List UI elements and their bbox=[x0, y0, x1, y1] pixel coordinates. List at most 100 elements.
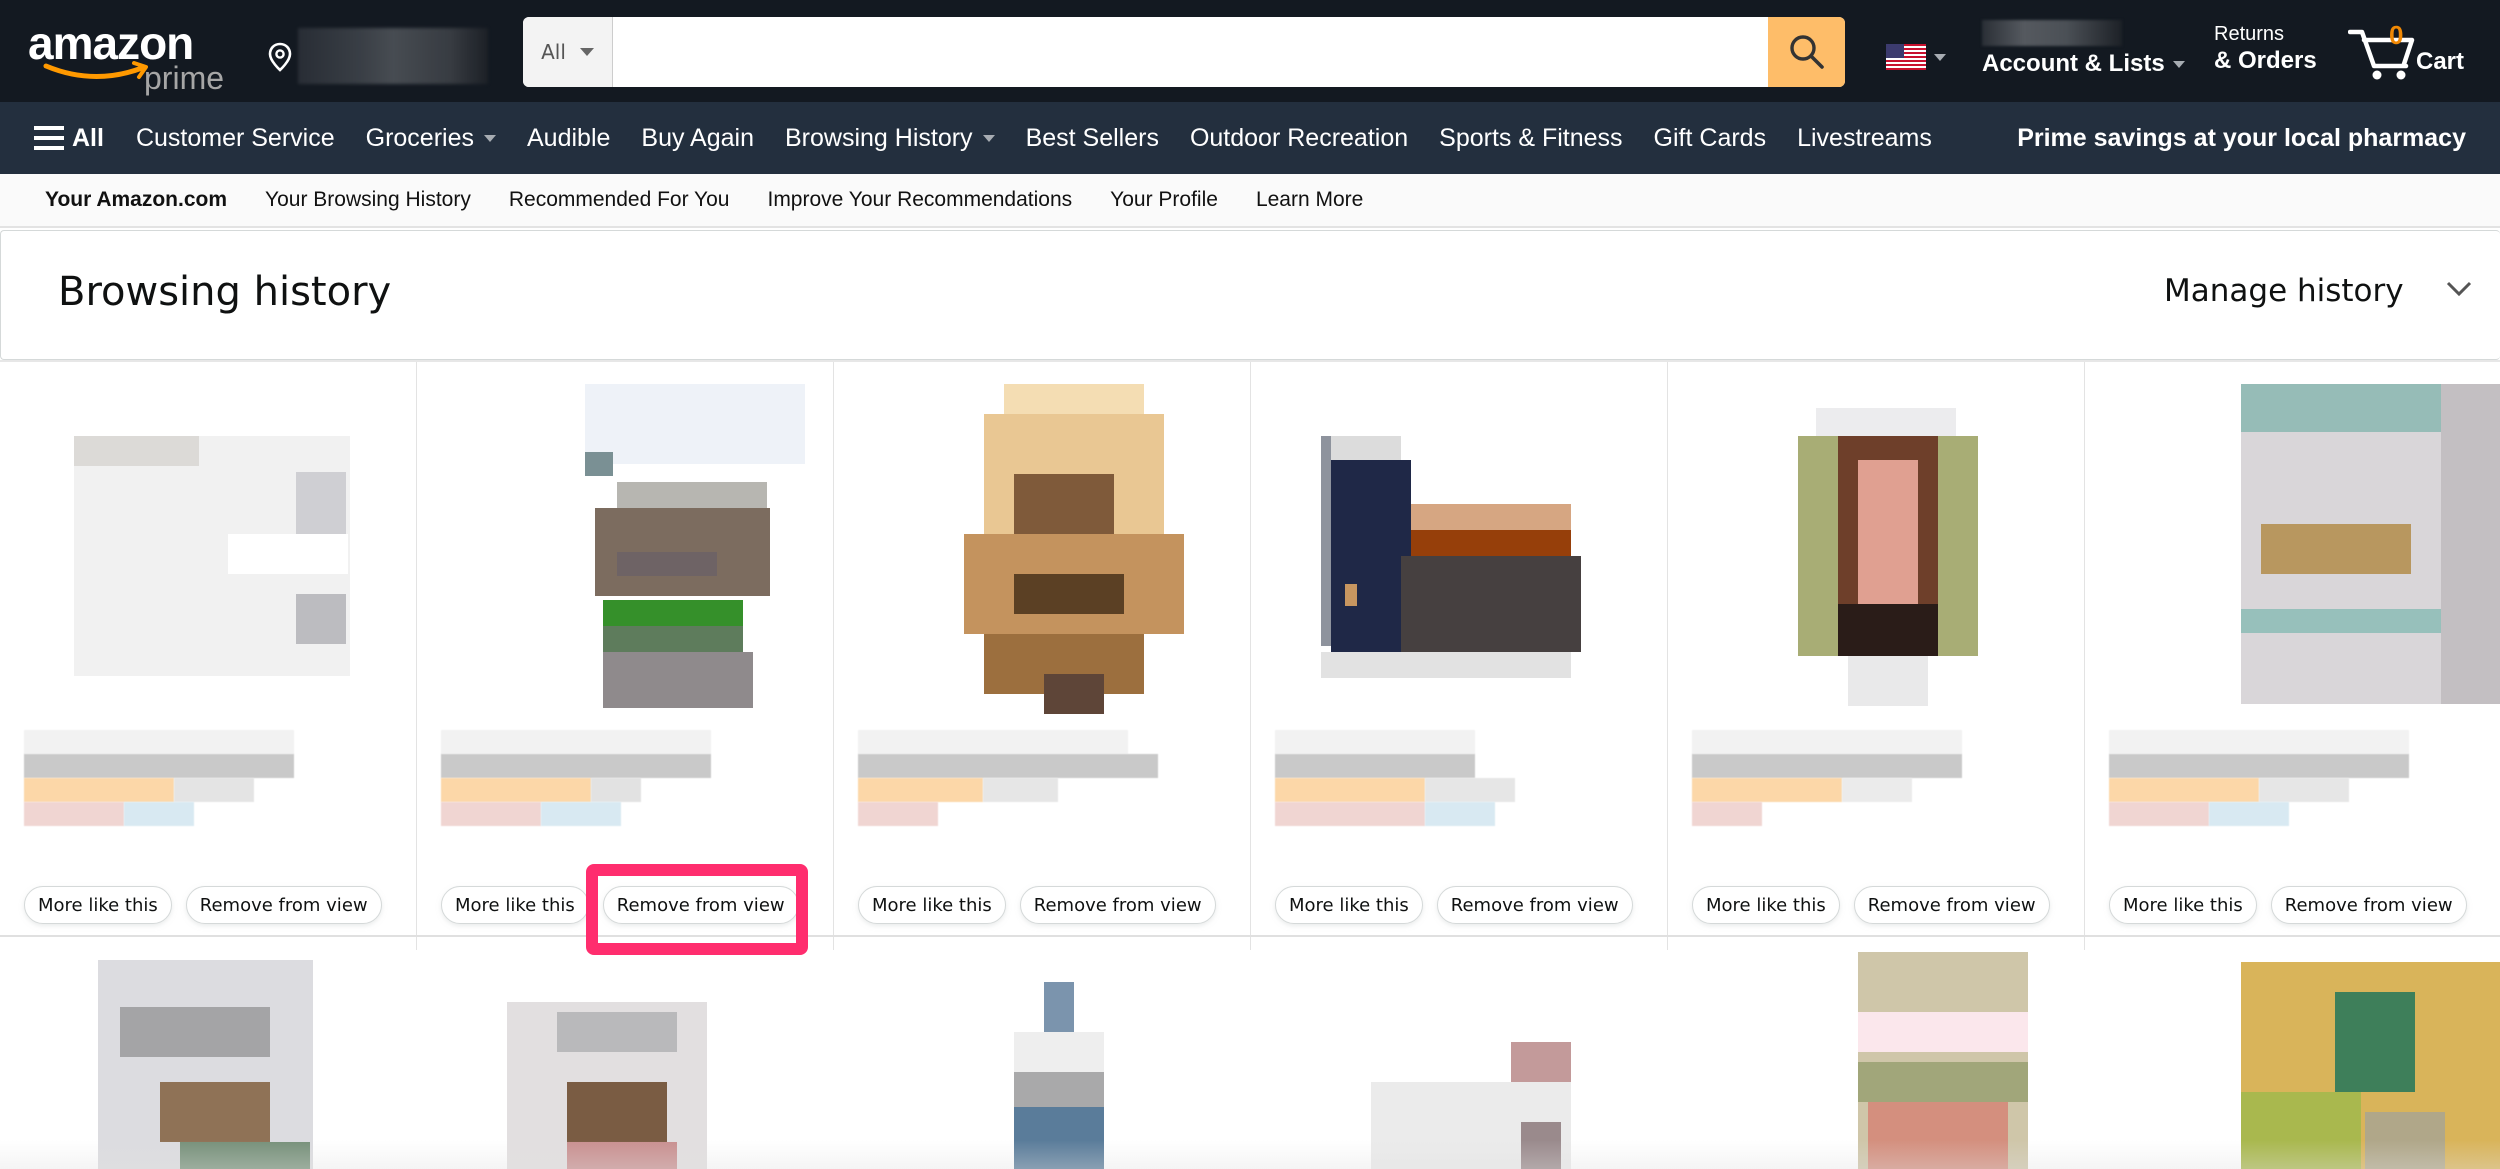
tile-actions: More like this Remove from view bbox=[441, 886, 799, 924]
subnav-recommended-for-you[interactable]: Recommended For You bbox=[509, 188, 730, 212]
image-block bbox=[567, 1082, 667, 1142]
more-like-this-button[interactable]: More like this bbox=[1275, 886, 1423, 924]
location-pin-icon bbox=[268, 42, 292, 72]
your-amazon-subnav: Your Amazon.com Your Browsing History Re… bbox=[0, 174, 2500, 228]
chevron-down-icon bbox=[484, 134, 496, 142]
search-icon bbox=[1789, 35, 1824, 69]
search-button[interactable] bbox=[1768, 17, 1845, 87]
remove-from-view-button[interactable]: Remove from view bbox=[1019, 886, 1216, 924]
product-tile: More like this Remove from view bbox=[1251, 362, 1668, 935]
product-tile: More like this Remove from view bbox=[0, 362, 417, 935]
more-like-this-button[interactable]: More like this bbox=[1692, 886, 1840, 924]
amazon-prime-logo[interactable]: amazon prime bbox=[28, 20, 238, 94]
nav-outdoor-recreation[interactable]: Outdoor Recreation bbox=[1190, 124, 1408, 153]
remove-from-view-button[interactable]: Remove from view bbox=[1436, 886, 1633, 924]
image-block bbox=[1331, 436, 1401, 460]
subnav-your-browsing-history[interactable]: Your Browsing History bbox=[265, 188, 471, 212]
subnav-learn-more[interactable]: Learn More bbox=[1256, 188, 1363, 212]
account-greeting-redacted bbox=[1982, 20, 2122, 46]
product-image[interactable] bbox=[904, 952, 1184, 1169]
search-department-select[interactable]: All bbox=[523, 17, 613, 87]
product-title-redacted bbox=[1275, 730, 1575, 850]
product-title-redacted bbox=[441, 730, 741, 850]
nav-label: Outdoor Recreation bbox=[1189, 123, 1409, 152]
subnav-improve-recommendations[interactable]: Improve Your Recommendations bbox=[767, 188, 1072, 212]
product-image[interactable] bbox=[1321, 952, 1601, 1169]
more-like-this-button[interactable]: More like this bbox=[2109, 886, 2257, 924]
page-title: Browsing history bbox=[58, 269, 392, 315]
us-flag-icon bbox=[1886, 44, 1926, 70]
manage-history-toggle[interactable]: Manage history bbox=[2164, 273, 2404, 309]
product-title-redacted bbox=[24, 730, 324, 850]
nav-groceries[interactable]: Groceries bbox=[366, 124, 496, 153]
account-and-lists[interactable]: Account & Lists bbox=[1980, 20, 2190, 84]
remove-from-view-button[interactable]: Remove from view bbox=[602, 886, 799, 924]
product-image[interactable] bbox=[904, 384, 1184, 714]
image-block bbox=[1321, 652, 1571, 678]
image-block bbox=[1816, 408, 1956, 436]
nav-label: Groceries bbox=[365, 123, 474, 152]
cart-button[interactable]: 0 Cart bbox=[2348, 20, 2478, 84]
remove-from-view-button[interactable]: Remove from view bbox=[2270, 886, 2467, 924]
browsing-history-header: Browsing history Manage history bbox=[0, 230, 2500, 360]
returns-and-orders[interactable]: Returns & Orders bbox=[2214, 22, 2317, 76]
product-image[interactable] bbox=[70, 384, 350, 704]
nav-best-sellers[interactable]: Best Sellers bbox=[1026, 124, 1159, 153]
nav-sports-fitness[interactable]: Sports & Fitness bbox=[1439, 124, 1622, 153]
product-tile: More like this Remove from view bbox=[417, 362, 834, 935]
product-image[interactable] bbox=[1321, 384, 1601, 704]
language-selector[interactable] bbox=[1886, 42, 1948, 72]
product-image[interactable] bbox=[1738, 952, 2028, 1169]
product-image[interactable] bbox=[70, 952, 350, 1169]
chevron-down-icon bbox=[982, 134, 995, 142]
nav-customer-service[interactable]: Customer Service bbox=[136, 124, 335, 153]
nav-label: Gift Cards bbox=[1653, 123, 1767, 152]
nav-promo-pharmacy[interactable]: Prime savings at your local pharmacy bbox=[2017, 124, 2466, 153]
remove-from-view-button[interactable]: Remove from view bbox=[185, 886, 382, 924]
tile-actions: More like this Remove from view bbox=[2109, 886, 2467, 924]
product-image[interactable] bbox=[487, 384, 805, 708]
more-like-this-button[interactable]: More like this bbox=[24, 886, 172, 924]
product-tile bbox=[834, 952, 1251, 1169]
product-image[interactable] bbox=[1738, 384, 2018, 706]
nav-browsing-history[interactable]: Browsing History bbox=[785, 124, 995, 153]
nav-audible[interactable]: Audible bbox=[527, 124, 610, 153]
product-image[interactable] bbox=[2155, 384, 2500, 704]
chevron-down-icon bbox=[2172, 61, 2185, 69]
nav-label: Livestreams bbox=[1797, 123, 1932, 152]
cart-label: Cart bbox=[2416, 48, 2465, 75]
main-nav: All Customer Service Groceries Audible B… bbox=[0, 102, 2500, 174]
chevron-down-icon[interactable] bbox=[2445, 279, 2473, 299]
deliver-to-location[interactable] bbox=[268, 28, 488, 84]
nav-label: Buy Again bbox=[641, 123, 754, 152]
image-block bbox=[585, 384, 805, 464]
image-block bbox=[603, 600, 743, 626]
nav-gift-cards[interactable]: Gift Cards bbox=[1654, 124, 1767, 153]
product-title-redacted bbox=[1692, 730, 1992, 850]
image-block bbox=[2241, 609, 2441, 633]
image-block bbox=[1401, 556, 1581, 652]
cart-icon bbox=[2348, 29, 2415, 80]
more-like-this-button[interactable]: More like this bbox=[858, 886, 1006, 924]
product-title-redacted bbox=[2109, 730, 2409, 850]
nav-buy-again[interactable]: Buy Again bbox=[641, 124, 754, 153]
image-block bbox=[1331, 460, 1411, 660]
nav-livestreams[interactable]: Livestreams bbox=[1797, 124, 1932, 153]
product-tile: More like this Remove from view bbox=[1668, 362, 2085, 935]
tile-actions: More like this Remove from view bbox=[1275, 886, 1633, 924]
search-input[interactable] bbox=[613, 17, 1768, 87]
subnav-your-profile[interactable]: Your Profile bbox=[1110, 188, 1218, 212]
more-like-this-button[interactable]: More like this bbox=[441, 886, 589, 924]
chevron-down-icon bbox=[1934, 53, 1946, 61]
product-image[interactable] bbox=[2155, 952, 2500, 1169]
product-tile: More like this Remove from view bbox=[2085, 362, 2500, 935]
account-lists-text: Account & Lists bbox=[1982, 50, 2165, 77]
product-title-redacted bbox=[858, 730, 1158, 850]
subnav-your-amazon[interactable]: Your Amazon.com bbox=[45, 188, 227, 212]
product-image[interactable] bbox=[487, 952, 767, 1169]
all-menu-button[interactable]: All bbox=[34, 124, 104, 153]
image-block bbox=[1411, 504, 1571, 530]
remove-from-view-button[interactable]: Remove from view bbox=[1853, 886, 2050, 924]
product-tile bbox=[0, 952, 417, 1169]
image-block bbox=[1345, 584, 1357, 606]
